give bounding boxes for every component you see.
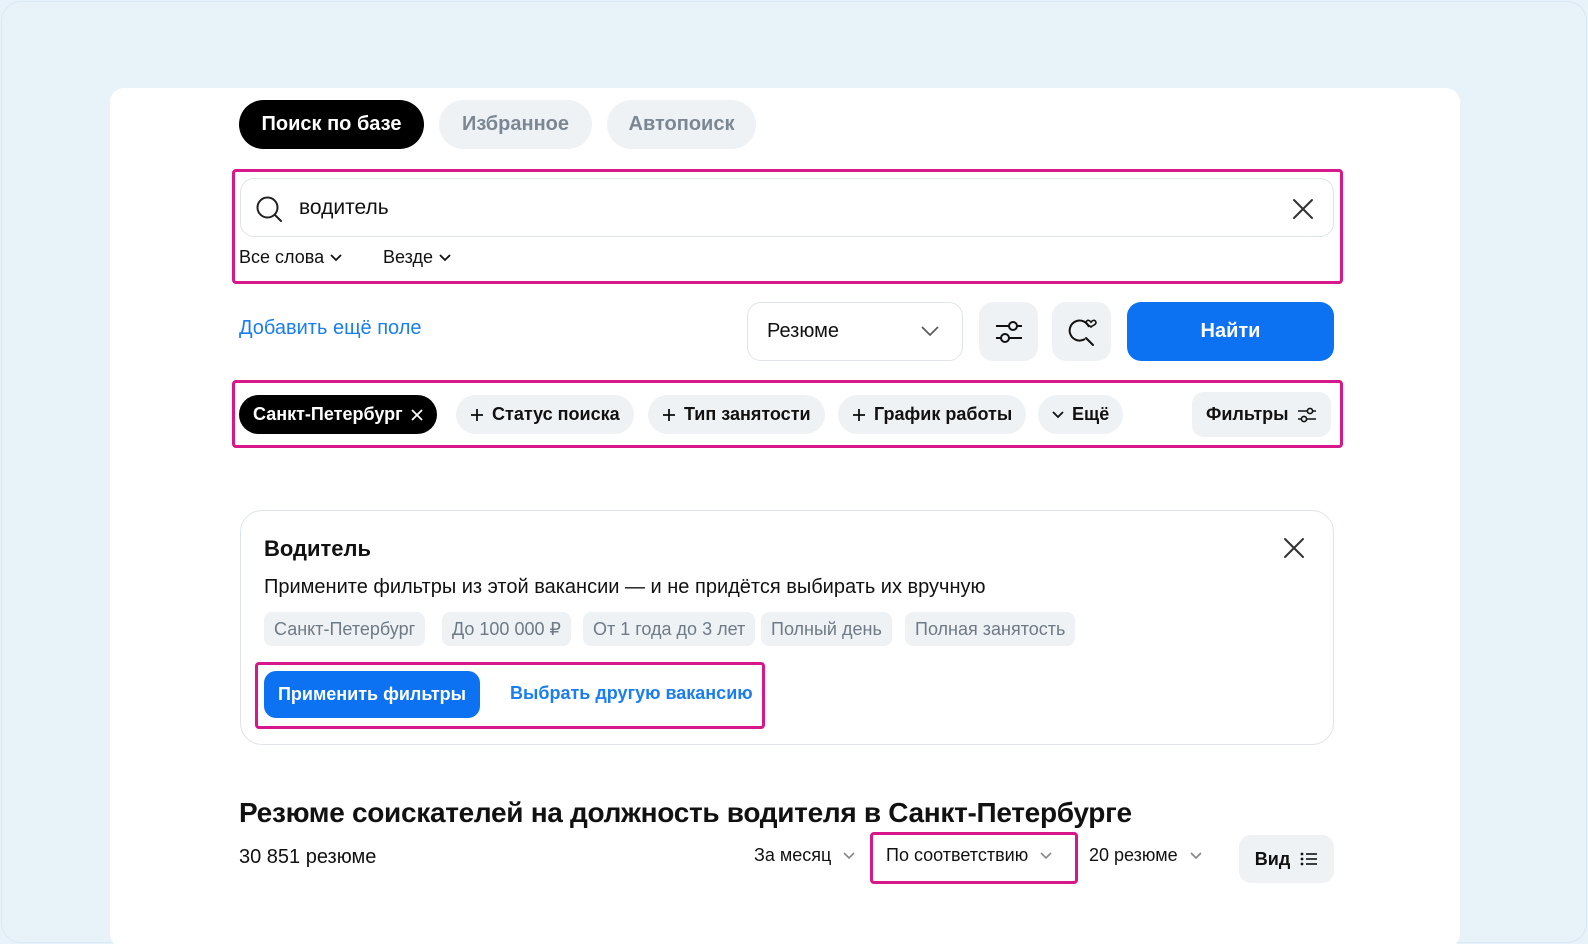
settings-button[interactable] [979, 302, 1038, 361]
search-status-chip[interactable]: Статус поиска [456, 395, 634, 434]
search-input[interactable] [299, 191, 1259, 225]
chevron-down-icon [330, 253, 342, 261]
sliders-icon [995, 320, 1022, 343]
plus-icon [853, 408, 865, 421]
close-icon[interactable] [410, 408, 423, 421]
per-page-dropdown[interactable]: 20 резюме [1089, 845, 1202, 866]
vacancy-tag: Санкт-Петербург [264, 612, 426, 646]
sliders-icon [1297, 407, 1316, 422]
apply-filters-label: Применить фильтры [277, 684, 467, 704]
close-icon[interactable] [1291, 197, 1315, 221]
more-filters-chip[interactable]: Ещё [1038, 395, 1124, 434]
chevron-down-icon [1190, 851, 1202, 859]
search-heart-icon [1068, 319, 1097, 346]
search-box [240, 178, 1334, 237]
results-count: 30 851 резюме [239, 846, 377, 868]
type-select[interactable]: Резюме [747, 302, 963, 361]
vacancy-tag: От 1 года до 3 лет [583, 612, 756, 646]
period-label: За месяц [754, 845, 832, 865]
view-mode-label: Вид [1254, 848, 1291, 869]
saved-search-button[interactable] [1052, 302, 1111, 361]
type-select-value: Резюме [767, 320, 839, 342]
filters-button-label: Фильтры [1206, 404, 1289, 424]
chevron-down-icon [921, 326, 939, 337]
plus-icon [663, 408, 675, 421]
tab-label: Избранное [461, 113, 569, 135]
tab-autosearch[interactable]: Автопоиск [607, 100, 756, 149]
scope-label: Везде [383, 247, 433, 267]
search-status-chip-label: Статус поиска [492, 404, 620, 424]
tab-label: Поиск по базе [261, 113, 402, 135]
chevron-down-icon [1052, 410, 1064, 418]
tab-favorites[interactable]: Избранное [439, 100, 592, 149]
results-heading: Резюме соискателей на должность водителя… [239, 797, 1132, 828]
sort-label: По соответствию [886, 845, 1029, 865]
vacancy-tag: Полный день [761, 612, 892, 646]
find-button[interactable]: Найти [1127, 302, 1334, 361]
vacancy-title: Водитель [264, 536, 372, 561]
scope-dropdown[interactable]: Везде [383, 247, 451, 268]
chevron-down-icon [1040, 851, 1052, 859]
word-mode-dropdown[interactable]: Все слова [239, 247, 342, 268]
work-schedule-chip-label: График работы [874, 404, 1013, 424]
work-schedule-chip[interactable]: График работы [838, 395, 1027, 434]
per-page-label: 20 резюме [1089, 845, 1178, 865]
more-filters-chip-label: Ещё [1072, 404, 1110, 424]
add-field-link[interactable]: Добавить ещё поле [239, 317, 422, 340]
employment-type-chip[interactable]: Тип занятости [648, 395, 825, 434]
tab-label: Автопоиск [628, 113, 735, 135]
chevron-down-icon [843, 851, 855, 859]
close-icon[interactable] [1282, 536, 1306, 560]
vacancy-tag: Полная занятость [905, 612, 1076, 646]
word-mode-label: Все слова [239, 247, 325, 267]
employment-type-chip-label: Тип занятости [684, 404, 811, 424]
view-mode-button[interactable]: Вид [1239, 835, 1334, 883]
apply-filters-button[interactable]: Применить фильтры [264, 671, 480, 718]
choose-other-vacancy-link[interactable]: Выбрать другую вакансию [510, 683, 753, 704]
tab-search-database[interactable]: Поиск по базе [239, 100, 424, 149]
chevron-down-icon [439, 253, 451, 261]
vacancy-tag: До 100 000 ₽ [442, 612, 571, 646]
find-button-label: Найти [1200, 320, 1261, 342]
plus-icon [471, 408, 483, 421]
city-chip-label: Санкт-Петербург [253, 404, 403, 424]
search-icon [256, 196, 282, 222]
sort-dropdown[interactable]: По соответствию [886, 845, 1052, 866]
period-dropdown[interactable]: За месяц [754, 845, 855, 866]
filters-button[interactable]: Фильтры [1192, 392, 1331, 437]
vacancy-subtitle: Примените фильтры из этой вакансии — и н… [264, 576, 986, 598]
list-icon [1300, 852, 1318, 866]
city-chip[interactable]: Санкт-Петербург [239, 395, 437, 434]
